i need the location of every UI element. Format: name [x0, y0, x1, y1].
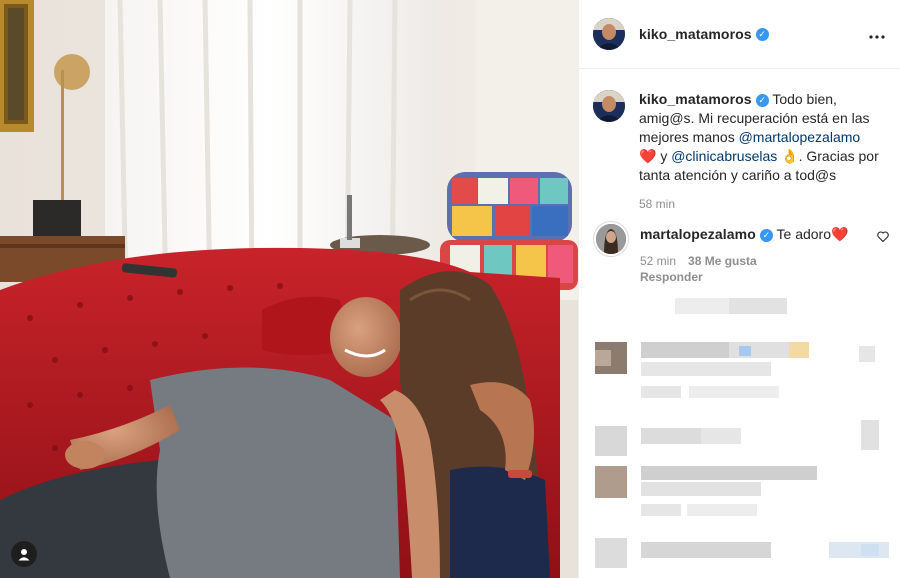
- comment-timestamp[interactable]: 52 min: [640, 254, 676, 268]
- mention-clinicabruselas[interactable]: @clinicabruselas: [671, 148, 777, 164]
- commenter-avatar: [596, 224, 626, 254]
- ok-hand-emoji: 👌: [777, 148, 799, 164]
- author-username[interactable]: kiko_matamoros: [639, 26, 752, 42]
- more-options-icon[interactable]: [868, 24, 886, 45]
- verified-badge-icon: ✓: [755, 93, 769, 107]
- mention-martalopezalamo[interactable]: @martalopezalamo: [739, 129, 861, 145]
- commenter-username[interactable]: martalopezalamo: [640, 226, 756, 242]
- caption-text: kiko_matamoros ✓ Todo bien, amig@s. Mi re…: [639, 90, 889, 185]
- user-tag-icon[interactable]: [11, 541, 37, 567]
- pixelated-comments: [579, 290, 900, 578]
- comment-meta: 52 min 38 Me gusta Responder: [640, 253, 889, 285]
- caption-author-username[interactable]: kiko_matamoros: [639, 91, 752, 107]
- verified-badge-icon: ✓: [755, 27, 769, 41]
- post-image: [0, 0, 578, 578]
- comment-item: martalopezalamo ✓ Te adoro❤️ 52 min 38 Me …: [593, 221, 889, 285]
- red-heart-emoji: ❤️: [639, 148, 657, 164]
- verified-badge-icon: ✓: [759, 228, 773, 242]
- caption-mid: y: [656, 148, 672, 164]
- heart-outline-icon[interactable]: [877, 229, 889, 247]
- post-header: kiko_matamoros ✓: [579, 0, 900, 69]
- post-caption: kiko_matamoros ✓ Todo bien, amig@s. Mi re…: [593, 90, 893, 211]
- post-side-panel: kiko_matamoros ✓ kiko_matamoros ✓ Todo bi…: [578, 0, 900, 578]
- caption-timestamp[interactable]: 58 min: [639, 197, 889, 211]
- post-photo[interactable]: [0, 0, 578, 578]
- commenter-avatar-ring[interactable]: [593, 221, 629, 257]
- reply-button[interactable]: Responder: [640, 270, 703, 284]
- caption-author-avatar[interactable]: [593, 90, 625, 122]
- red-heart-emoji: ❤️: [831, 226, 849, 242]
- author-avatar[interactable]: [593, 18, 625, 50]
- comment-likes[interactable]: 38 Me gusta: [688, 254, 757, 268]
- comment-text: Te adoro: [776, 226, 831, 242]
